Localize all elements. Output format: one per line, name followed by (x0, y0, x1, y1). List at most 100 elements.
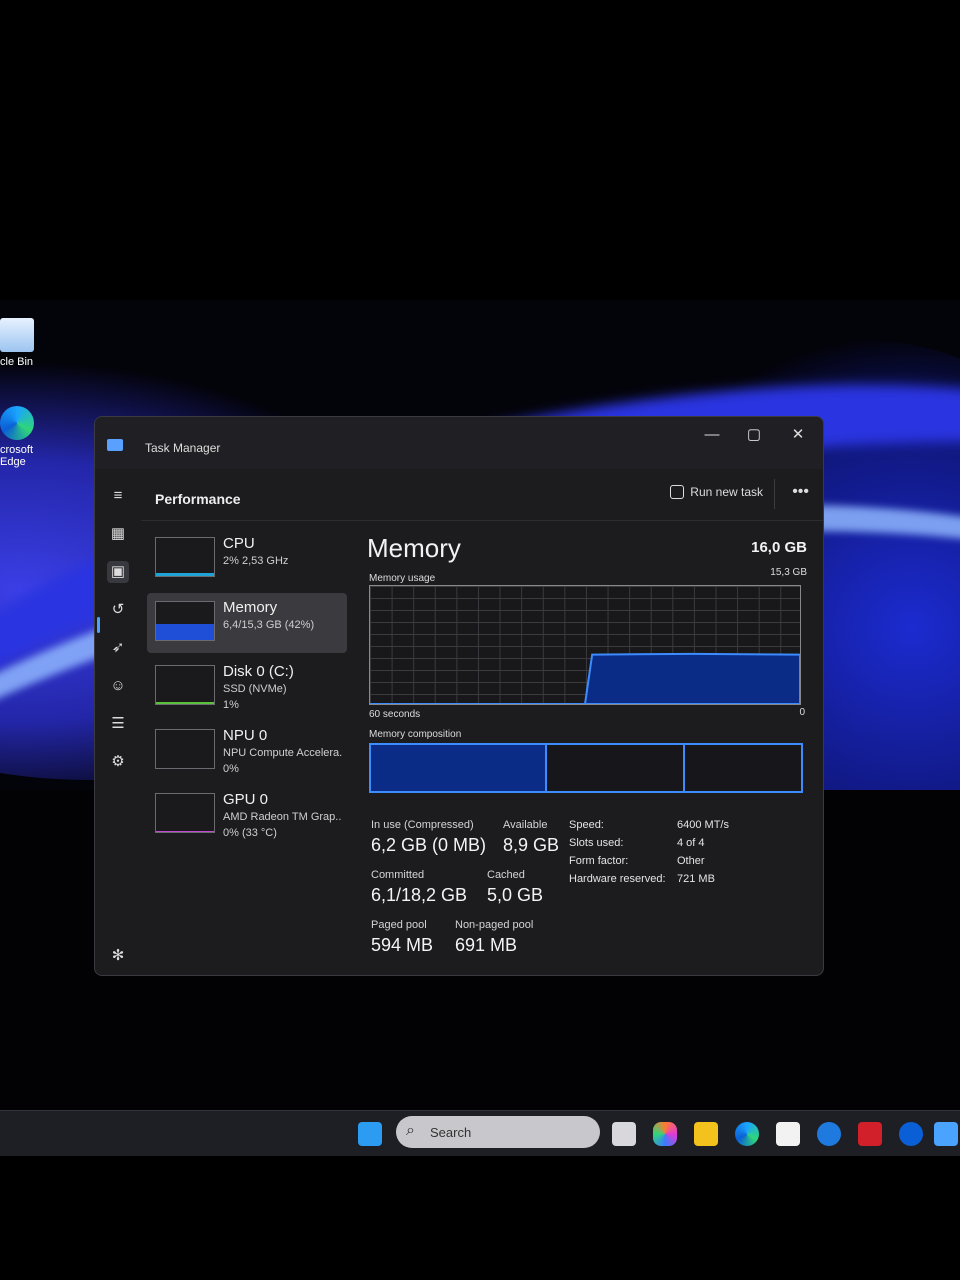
active-indicator (97, 617, 100, 633)
total-memory: 16,0 GB (751, 539, 807, 556)
run-task-icon (670, 485, 685, 499)
stat-paged-pool: Paged pool 594 MB (371, 919, 433, 956)
page-header: Performance Run new task ••• (141, 469, 823, 521)
resource-name: Disk 0 (C:) (223, 663, 294, 680)
resource-usage-fill (156, 624, 214, 640)
resource-detail: 6,4/15,3 GB (42%) (223, 619, 315, 631)
resource-usage-fill (156, 830, 214, 832)
resource-item-disk[interactable]: Disk 0 (C:) SSD (NVMe) 1% (147, 657, 347, 717)
desktop-icon-label: cle Bin (0, 356, 34, 368)
memory-usage-chart (370, 652, 800, 704)
stat-available: Available 8,9 GB (503, 819, 559, 856)
composition-standby (684, 745, 801, 791)
stat-value: 6,2 GB (0 MB) (371, 835, 487, 855)
resource-thumbnail (155, 665, 215, 705)
resource-name: CPU (223, 535, 255, 552)
resource-detail: SSD (NVMe) (223, 683, 287, 695)
stat-committed: Committed 6,1/18,2 GB (371, 869, 467, 906)
stat-value: 5,0 GB (487, 885, 544, 905)
stat-cached: Cached 5,0 GB (487, 869, 543, 906)
users-icon[interactable]: ☺ (107, 675, 129, 697)
resource-thumbnail (155, 537, 215, 577)
stat-in-use: In use (Compressed) 6,2 GB (0 MB) (371, 819, 486, 856)
desktop-icon-edge[interactable]: crosoft Edge (0, 406, 60, 468)
task-manager-icon[interactable] (934, 1122, 958, 1146)
processes-icon[interactable]: ▦ (107, 523, 129, 545)
memory-usage-graph (369, 585, 801, 705)
search-input[interactable]: ⌕ Search (396, 1116, 600, 1148)
run-new-task-label: Run new task (690, 485, 763, 499)
resource-item-npu[interactable]: NPU 0 NPU Compute Accelera. 0% (147, 721, 347, 781)
startup-apps-icon[interactable]: ➶ (107, 637, 129, 659)
stat-non-paged-pool: Non-paged pool 691 MB (455, 919, 533, 956)
store-icon[interactable] (776, 1122, 800, 1146)
composition-in-use (371, 745, 548, 791)
memory-usage-area (370, 652, 800, 704)
performance-icon[interactable]: ▣ (107, 561, 129, 583)
spec-reserved-label: Hardware reserved: (569, 873, 666, 885)
resource-name: GPU 0 (223, 791, 269, 808)
hamburger-menu-icon[interactable]: ≡ (107, 485, 129, 507)
app-history-icon[interactable]: ↺ (107, 599, 129, 621)
search-icon: ⌕ (406, 1122, 415, 1139)
spec-slots-value: 4 of 4 (677, 837, 705, 849)
desktop-icon-recycle-bin[interactable]: cle Bin (0, 318, 60, 368)
stat-value: 6,1/18,2 GB (371, 885, 468, 905)
resource-usage-fill (156, 572, 214, 576)
title-bar[interactable]: Task Manager — ▢ ✕ (95, 417, 823, 469)
mcafee-icon[interactable] (858, 1122, 882, 1146)
navigation-rail: ≡ ▦ ▣ ↺ ➶ ☺ ☰ ⚙ ✻ (95, 469, 141, 975)
resource-item-memory[interactable]: Memory 6,4/15,3 GB (42%) (147, 593, 347, 653)
stat-value: 691 MB (455, 935, 518, 955)
task-manager-icon (107, 439, 123, 451)
resource-percent: 0% (33 °C) (223, 827, 277, 839)
memory-composition-bar (369, 743, 803, 793)
memory-composition-label: Memory composition (369, 729, 462, 740)
details-icon[interactable]: ☰ (107, 713, 129, 735)
resource-detail: NPU Compute Accelera. (223, 747, 343, 759)
copilot-icon[interactable] (653, 1122, 677, 1146)
memory-usage-label: Memory usage (369, 573, 436, 584)
composition-modified (547, 745, 685, 791)
resource-item-gpu[interactable]: GPU 0 AMD Radeon TM Grap.. 0% (33 °C) (147, 785, 347, 845)
file-explorer-icon[interactable] (694, 1122, 718, 1146)
run-new-task-button[interactable]: Run new task (670, 485, 763, 499)
resource-item-cpu[interactable]: CPU 2% 2,53 GHz (147, 529, 347, 589)
spec-form-value: Other (677, 855, 705, 867)
search-placeholder: Search (430, 1125, 472, 1140)
memory-usage-max: 15,3 GB (770, 567, 807, 578)
close-button[interactable]: ✕ (783, 423, 813, 447)
window-title: Task Manager (145, 441, 221, 455)
settings-icon[interactable]: ✻ (107, 945, 129, 967)
resource-name: Memory (223, 599, 278, 616)
minimize-button[interactable]: — (697, 423, 727, 447)
page-title: Performance (155, 491, 241, 507)
spec-slots-label: Slots used: (569, 837, 624, 849)
maximize-button[interactable]: ▢ (739, 423, 769, 447)
help-icon[interactable] (817, 1122, 841, 1146)
task-view-icon[interactable] (612, 1122, 636, 1146)
stat-value: 594 MB (371, 935, 434, 955)
edge-icon[interactable] (735, 1122, 759, 1146)
hp-icon[interactable] (899, 1122, 923, 1146)
resource-thumbnail (155, 729, 215, 769)
stat-value: 8,9 GB (503, 835, 560, 855)
resource-detail: AMD Radeon TM Grap.. (223, 811, 342, 823)
more-options-button[interactable]: ••• (792, 483, 809, 501)
resource-percent: 1% (223, 699, 239, 711)
desktop-icon-label: crosoft Edge (0, 444, 34, 468)
spec-reserved-value: 721 MB (677, 873, 715, 885)
resource-usage-fill (156, 702, 214, 704)
stat-label: Cached (487, 869, 525, 881)
spec-speed-label: Speed: (569, 819, 604, 831)
resource-name: NPU 0 (223, 727, 268, 744)
services-icon[interactable]: ⚙ (107, 751, 129, 773)
graph-zero-label: 0 (799, 707, 805, 718)
resource-list: CPU 2% 2,53 GHz Memory 6,4/15,3 GB (42%)… (147, 529, 347, 849)
spec-form-label: Form factor: (569, 855, 629, 867)
header-divider (774, 479, 775, 509)
resource-detail: 2% 2,53 GHz (223, 555, 289, 567)
resource-thumbnail (155, 793, 215, 833)
start-icon[interactable] (358, 1122, 382, 1146)
taskbar: ⌕ Search (0, 1110, 960, 1156)
